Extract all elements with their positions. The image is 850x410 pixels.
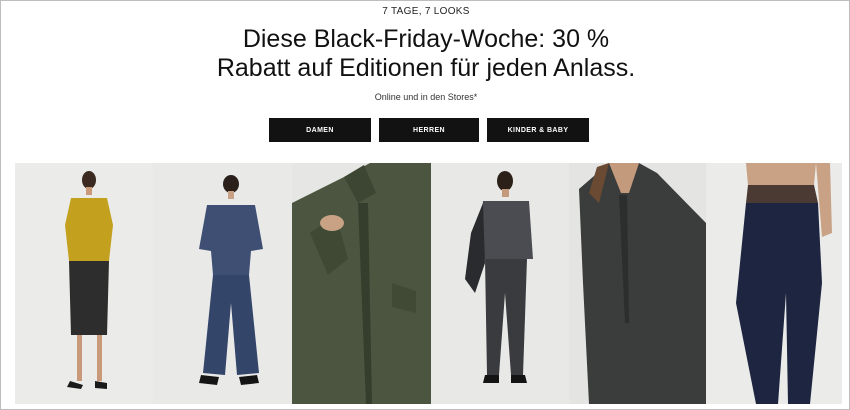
look-image: [15, 163, 153, 404]
look-olive-jacket-closeup[interactable]: [292, 163, 431, 404]
look-image: [292, 163, 431, 404]
look-image: [569, 163, 706, 404]
page-headline: Diese Black-Friday-Woche: 30 % Rabatt au…: [1, 25, 850, 83]
look-image: [431, 163, 569, 404]
look-navy-top-wide-trousers[interactable]: [153, 163, 292, 404]
headline-line-1: Diese Black-Friday-Woche: 30 %: [242, 25, 610, 53]
category-buttons: DAMEN HERREN KINDER & BABY: [1, 118, 850, 142]
looks-gallery: [15, 163, 842, 404]
eyebrow-label: 7 TAGE, 7 LOOKS: [382, 6, 470, 17]
look-yellow-shirt-black-skirt[interactable]: [15, 163, 153, 404]
page-frame: 7 TAGE, 7 LOOKS Diese Black-Friday-Woche…: [0, 0, 850, 410]
look-grey-shirt-men[interactable]: [431, 163, 569, 404]
look-dark-grey-dress-closeup[interactable]: [569, 163, 706, 404]
subline: Online und in den Stores*: [374, 92, 478, 102]
look-image: [153, 163, 292, 404]
look-image: [706, 163, 842, 404]
damen-button[interactable]: DAMEN: [269, 118, 371, 142]
headline-line-2: Rabatt auf Editionen für jeden Anlass.: [216, 54, 636, 82]
kinder-baby-button[interactable]: KINDER & BABY: [487, 118, 589, 142]
herren-button[interactable]: HERREN: [379, 118, 479, 142]
look-navy-leggings[interactable]: [706, 163, 842, 404]
